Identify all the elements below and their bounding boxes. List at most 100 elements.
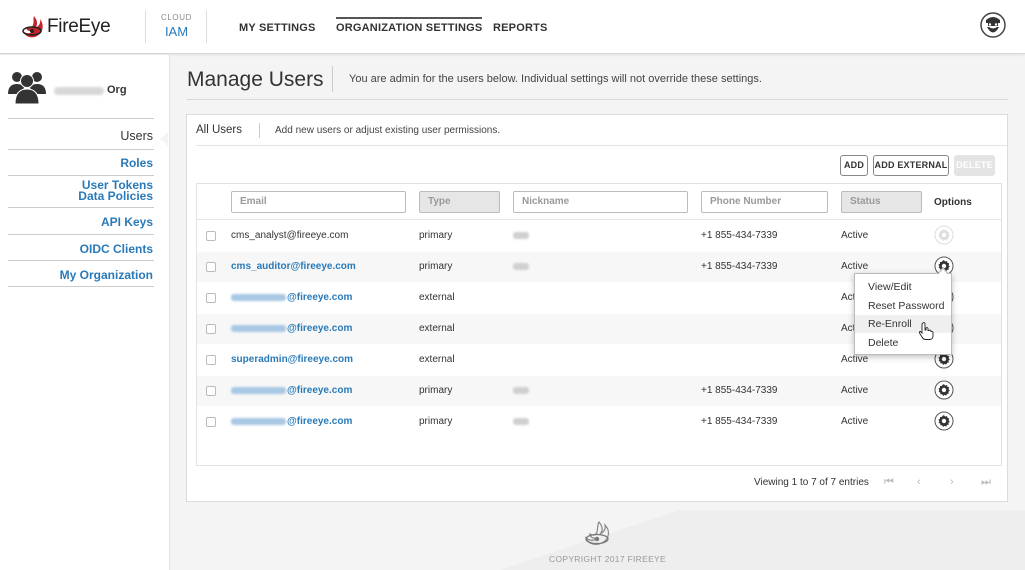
table-row[interactable]: @fireeye.com primary +1 855-434-7339 Active [197,407,1001,437]
email-cell[interactable]: @fireeye.com [231,416,352,427]
nav-my-settings[interactable]: MY SETTINGS [239,22,316,34]
type-cell: primary [419,385,453,396]
email-text: @fireeye.com [287,385,353,396]
product-label: CLOUD IAM [161,13,193,39]
sidebar-item-oidc-clients[interactable]: OIDC Clients [80,243,153,255]
nickname-cell-redacted [513,261,530,272]
title-divider [332,66,333,92]
gear-icon[interactable] [934,225,954,245]
status-cell: Active [841,385,869,396]
copyright-text: COPYRIGHT 2017 FIREEYE [549,554,666,564]
fireeye-logo[interactable]: FireEye [20,13,111,41]
type-cell: external [419,354,455,365]
sidebar-item-roles[interactable]: Roles [120,157,153,169]
sidebar-item-data-policies[interactable]: Data Policies [78,190,153,202]
table-row[interactable]: @fireeye.com primary +1 855-434-7339 Active [197,376,1001,406]
email-cell: cms_analyst@fireeye.com [231,230,348,241]
panel-title-divider [259,123,260,138]
panel-divider [196,145,1007,146]
menu-item-delete[interactable]: Delete [855,334,951,352]
panel-subtitle: Add new users or adjust existing user pe… [275,125,501,136]
redacted-email-prefix [231,324,286,332]
email-cell[interactable]: @fireeye.com [231,292,352,303]
gear-icon[interactable] [934,380,954,400]
page-header-divider [187,99,1008,100]
header-divider [206,10,207,43]
email-text: @fireeye.com [287,323,353,334]
last-page-button[interactable]: ⏭ [981,476,991,489]
header-divider [145,10,146,43]
sidebar-divider [8,260,154,261]
previous-page-button[interactable]: ‹ [917,476,921,488]
type-filter-select[interactable]: Type [419,191,500,213]
row-checkbox[interactable] [206,417,216,427]
sidebar-divider [8,286,154,287]
phone-cell: +1 855-434-7339 [701,261,778,272]
fireeye-footer-logo-icon [584,521,609,545]
type-cell: primary [419,416,453,427]
options-dropdown-menu: View/Edit Reset Password Re-Enroll Delet… [854,267,952,355]
page-title: Manage Users [187,68,324,91]
sidebar-divider [8,118,154,119]
org-name-redacted [54,87,104,95]
menu-item-reset-password[interactable]: Reset Password [855,297,951,315]
phone-cell: +1 855-434-7339 [701,385,778,396]
status-filter-select[interactable]: Status [841,191,922,213]
email-text: superadmin@fireeye.com [231,354,354,365]
cloud-label: CLOUD [161,13,193,22]
row-checkbox[interactable] [206,231,216,241]
redacted-email-prefix [231,417,286,425]
row-checkbox[interactable] [206,386,216,396]
type-cell: primary [419,261,453,272]
sidebar-item-users[interactable]: Users [120,130,153,143]
panel-title: All Users [196,124,243,136]
users-group-icon [8,72,46,104]
sidebar-divider [8,149,154,150]
nickname-cell-redacted [513,385,530,396]
table-row[interactable]: cms_analyst@fireeye.com primary +1 855-434… [197,221,1001,251]
email-text: @fireeye.com [287,292,353,303]
sidebar-item-api-keys[interactable]: API Keys [101,216,153,228]
product-name: IAM [164,24,189,39]
email-cell[interactable]: superadmin@fireeye.com [231,354,353,365]
email-cell[interactable]: @fireeye.com [231,385,352,396]
type-cell: primary [419,230,453,241]
menu-item-view-edit[interactable]: View/Edit [855,278,951,296]
row-checkbox[interactable] [206,324,216,334]
phone-cell: +1 855-434-7339 [701,230,778,241]
hand-pointer-icon [918,322,934,340]
phone-filter-input[interactable]: Phone Number [701,191,828,213]
options-column-header: Options [934,197,972,208]
nickname-cell-redacted [513,230,530,241]
user-avatar-icon[interactable] [980,12,1006,38]
type-cell: external [419,292,455,303]
email-cell[interactable]: @fireeye.com [231,323,352,334]
first-page-button[interactable]: ⏮ [884,476,894,489]
redacted-email-prefix [231,293,286,301]
email-filter-input[interactable]: Email [231,191,406,213]
next-page-button[interactable]: › [950,476,954,488]
nav-reports[interactable]: REPORTS [493,22,548,34]
fireeye-logo-icon [22,16,43,38]
add-button[interactable]: ADD [840,155,868,176]
sidebar-divider [8,175,154,176]
nickname-filter-input[interactable]: Nickname [513,191,688,213]
left-sidebar: Org Users Roles User Tokens Data Policie… [0,55,170,570]
gear-icon[interactable] [934,411,954,431]
org-name: Org [107,84,127,96]
row-checkbox[interactable] [206,293,216,303]
email-cell[interactable]: cms_auditor@fireeye.com [231,261,356,272]
brand-name: FireEye [47,16,111,37]
delete-button[interactable]: DELETE [954,155,995,176]
menu-item-re-enroll[interactable]: Re-Enroll [855,315,951,333]
sidebar-item-my-organization[interactable]: My Organization [60,269,153,281]
email-text: @fireeye.com [287,416,353,427]
email-text: cms_auditor@fireeye.com [231,261,356,272]
top-navigation-bar: FireEye CLOUD IAM MY SETTINGS ORGANIZATI… [0,0,1025,54]
row-checkbox[interactable] [206,355,216,365]
pagination-summary: Viewing 1 to 7 of 7 entries [754,477,869,488]
add-external-button[interactable]: ADD EXTERNAL [873,155,949,176]
row-checkbox[interactable] [206,262,216,272]
nav-organization-settings[interactable]: ORGANIZATION SETTINGS [336,17,483,34]
status-cell: Active [841,261,869,272]
